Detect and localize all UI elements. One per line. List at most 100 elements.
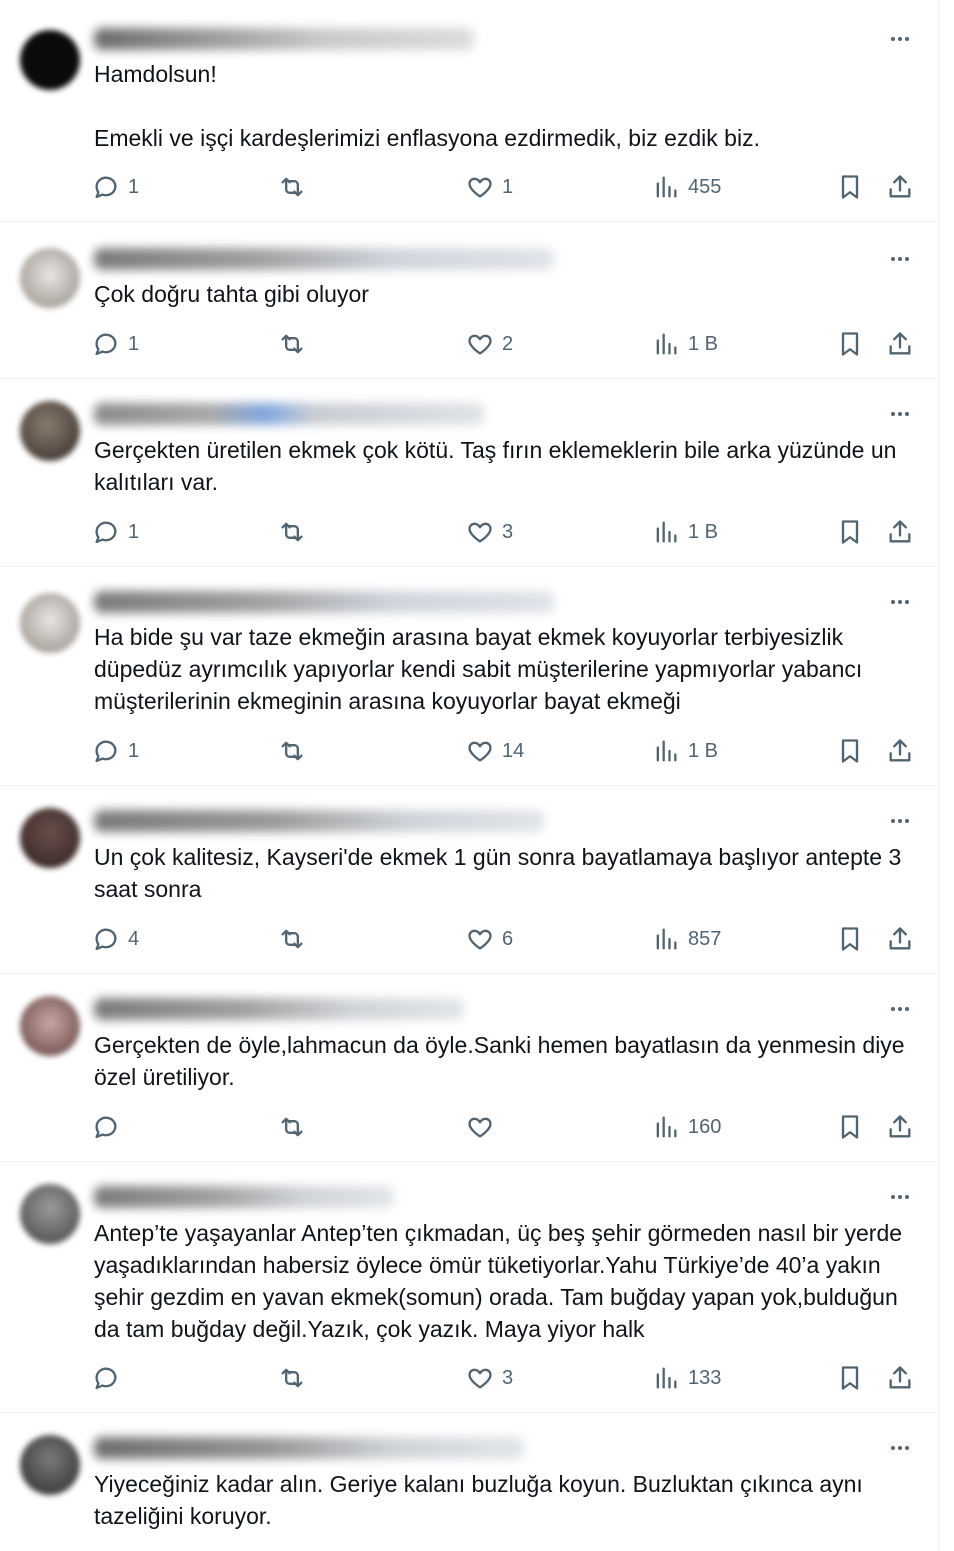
share-button[interactable] <box>886 736 914 766</box>
heart-icon <box>468 741 492 762</box>
bookmark-button[interactable] <box>836 924 864 954</box>
bookmark-button[interactable] <box>836 736 864 766</box>
like-button[interactable]: 3 <box>466 517 513 547</box>
reply-button[interactable]: 1 <box>92 329 139 359</box>
author-header-redacted <box>94 591 554 613</box>
bookmark-icon <box>841 1366 859 1390</box>
avatar[interactable] <box>20 1184 80 1244</box>
bookmark-button[interactable] <box>836 517 864 547</box>
views-button[interactable]: 1 B <box>652 329 718 359</box>
reply-tweet[interactable]: Yiyeceğiniz kadar alın. Geriye kalanı bu… <box>0 1413 938 1551</box>
share-button[interactable] <box>886 1363 914 1393</box>
like-button[interactable]: 1 <box>466 172 513 202</box>
reply-tweet[interactable]: Gerçekten de öyle,lahmacun da öyle.Sanki… <box>0 974 938 1162</box>
repost-button[interactable] <box>278 172 314 202</box>
reply-text: Hamdolsun! Emekli ve işçi kardeşlerimizi… <box>94 61 760 151</box>
more-options-icon[interactable] <box>888 816 912 826</box>
action-bar: 1 1 455 <box>92 172 918 202</box>
heart-icon <box>468 929 492 950</box>
bar-chart-icon <box>656 740 677 762</box>
like-button[interactable] <box>466 1112 502 1142</box>
reply-button[interactable] <box>92 1112 128 1142</box>
repost-button[interactable] <box>278 736 314 766</box>
reply-button[interactable]: 4 <box>92 924 139 954</box>
reply-text: Ha bide şu var taze ekmeğin arasına baya… <box>94 624 869 714</box>
author-header-redacted <box>94 1186 394 1208</box>
bookmark-button[interactable] <box>836 329 864 359</box>
more-options-icon[interactable] <box>888 597 912 607</box>
reply-text: Gerçekten de öyle,lahmacun da öyle.Sanki… <box>94 1032 911 1090</box>
like-button[interactable]: 2 <box>466 329 513 359</box>
bookmark-icon <box>841 175 859 199</box>
avatar[interactable] <box>20 248 80 308</box>
reply-tweet[interactable]: Antep’te yaşayanlar Antep’ten çıkmadan, … <box>0 1162 938 1413</box>
bookmark-button[interactable] <box>836 1112 864 1142</box>
avatar[interactable] <box>20 996 80 1056</box>
speech-bubble-icon <box>95 740 117 763</box>
repost-button[interactable] <box>278 924 314 954</box>
reply-button[interactable]: 1 <box>92 172 139 202</box>
bookmark-icon <box>841 332 859 356</box>
reply-button[interactable]: 1 <box>92 517 139 547</box>
repost-button[interactable] <box>278 329 314 359</box>
more-options-icon[interactable] <box>888 1004 912 1014</box>
heart-icon <box>468 1117 492 1138</box>
views-button[interactable]: 1 B <box>652 736 718 766</box>
share-button[interactable] <box>886 329 914 359</box>
action-bar: 160 <box>92 1112 918 1142</box>
avatar[interactable] <box>20 808 80 868</box>
reply-tweet[interactable]: Ha bide şu var taze ekmeğin arasına baya… <box>0 567 938 786</box>
like-count: 3 <box>502 520 514 543</box>
more-options-icon[interactable] <box>888 1443 912 1453</box>
bookmark-button[interactable] <box>836 172 864 202</box>
views-button[interactable]: 160 <box>652 1112 721 1142</box>
more-options-icon[interactable] <box>888 34 912 44</box>
reply-tweet[interactable]: Hamdolsun! Emekli ve işçi kardeşlerimizi… <box>0 0 938 222</box>
views-button[interactable]: 1 B <box>652 517 718 547</box>
views-button[interactable]: 455 <box>652 172 721 202</box>
reply-tweet[interactable]: Gerçekten üretilen ekmek çok kötü. Taş f… <box>0 379 938 567</box>
reply-count: 1 <box>128 175 140 198</box>
like-count: 3 <box>502 1366 514 1389</box>
avatar[interactable] <box>20 30 80 90</box>
author-header-redacted <box>94 28 474 50</box>
avatar[interactable] <box>20 401 80 461</box>
share-button[interactable] <box>886 172 914 202</box>
reply-button[interactable]: 1 <box>92 736 139 766</box>
views-button[interactable]: 133 <box>652 1363 721 1393</box>
share-upload-icon <box>889 1115 911 1138</box>
author-header-redacted <box>94 810 544 832</box>
views-button[interactable]: 857 <box>652 924 721 954</box>
share-upload-icon <box>889 332 911 355</box>
more-options-icon[interactable] <box>888 1192 912 1202</box>
more-options-icon[interactable] <box>888 409 912 419</box>
reply-tweet[interactable]: Çok doğru tahta gibi oluyor 1 2 1 B <box>0 222 938 379</box>
repost-button[interactable] <box>278 1112 314 1142</box>
action-bar: 1 14 1 B <box>92 736 918 766</box>
reply-tweet[interactable]: Un çok kalitesiz, Kayseri'de ekmek 1 gün… <box>0 786 938 974</box>
heart-icon <box>468 177 492 198</box>
reply-count: 1 <box>128 520 140 543</box>
reply-count: 1 <box>128 739 140 762</box>
share-button[interactable] <box>886 924 914 954</box>
more-options-icon[interactable] <box>888 254 912 264</box>
views-count: 133 <box>688 1366 722 1389</box>
bookmark-button[interactable] <box>836 1363 864 1393</box>
like-button[interactable]: 14 <box>466 736 524 766</box>
bookmark-icon <box>841 927 859 951</box>
like-count: 14 <box>502 739 525 762</box>
repost-button[interactable] <box>278 517 314 547</box>
share-button[interactable] <box>886 1112 914 1142</box>
speech-bubble-icon <box>95 176 117 199</box>
avatar[interactable] <box>20 1435 80 1495</box>
repost-button[interactable] <box>278 1363 314 1393</box>
like-button[interactable]: 6 <box>466 924 513 954</box>
reply-button[interactable] <box>92 1363 128 1393</box>
author-header-redacted <box>94 1437 524 1459</box>
avatar[interactable] <box>20 593 80 653</box>
views-count: 160 <box>688 1115 722 1138</box>
repost-arrows-icon <box>281 929 303 949</box>
like-button[interactable]: 3 <box>466 1363 513 1393</box>
share-button[interactable] <box>886 517 914 547</box>
views-count: 1 B <box>688 739 719 762</box>
